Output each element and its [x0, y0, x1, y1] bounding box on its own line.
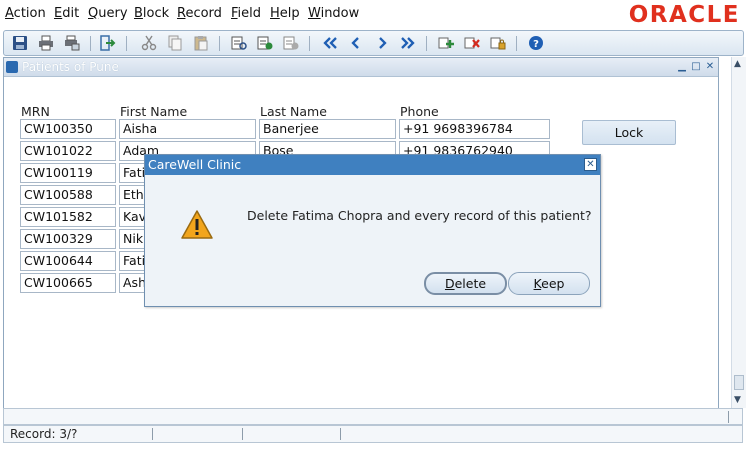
column-header-mrn: MRN: [21, 104, 50, 119]
copy-icon[interactable]: [167, 35, 183, 51]
confirm-dialog: CareWell Clinic ✕ Delete Fatima Chopra a…: [144, 154, 601, 307]
column-header-first-name: First Name: [120, 104, 188, 119]
toolbar-separator: [219, 36, 220, 51]
execute-query-icon[interactable]: [257, 35, 273, 51]
horizontal-scrollbar[interactable]: [3, 408, 743, 425]
scrollbar-divider: [728, 411, 729, 423]
print-icon[interactable]: [38, 35, 54, 51]
close-icon[interactable]: ✕: [704, 61, 716, 73]
mrn-field[interactable]: CW100644: [20, 251, 116, 271]
maximize-icon[interactable]: □: [690, 61, 702, 73]
previous-record-icon[interactable]: [348, 35, 364, 51]
mrn-field[interactable]: CW101022: [20, 141, 116, 161]
first-name-field[interactable]: Aisha: [119, 119, 256, 139]
vertical-scrollbar[interactable]: ▲ ▼: [731, 57, 746, 408]
toolbar-separator: [90, 36, 91, 51]
cut-icon[interactable]: [141, 35, 157, 51]
phone-field[interactable]: +91 9698396784: [399, 119, 550, 139]
dialog-title: CareWell Clinic: [148, 157, 242, 172]
mrn-field[interactable]: CW100588: [20, 185, 116, 205]
exit-icon[interactable]: [100, 35, 116, 51]
toolbar-separator: [426, 36, 427, 51]
column-header-last-name: Last Name: [260, 104, 327, 119]
dialog-titlebar: CareWell Clinic ✕: [145, 155, 600, 175]
last-name-field[interactable]: Banerjee: [259, 119, 396, 139]
record-status: Record: 3/?: [10, 427, 78, 441]
toolbar: ?: [3, 30, 744, 56]
scrollbar-thumb[interactable]: [734, 375, 744, 390]
next-record-icon[interactable]: [374, 35, 390, 51]
menu-help[interactable]: Help: [270, 6, 300, 21]
mrn-field[interactable]: CW100665: [20, 273, 116, 293]
oracle-logo: ORACLE: [628, 2, 740, 28]
warning-icon: [181, 210, 213, 239]
menu-bar: Action Edit Query Block Record Field Hel…: [0, 0, 746, 29]
column-header-phone: Phone: [400, 104, 439, 119]
lock-button[interactable]: Lock: [582, 120, 676, 145]
menu-field[interactable]: Field: [231, 6, 261, 21]
enter-query-icon[interactable]: [231, 35, 247, 51]
first-record-icon[interactable]: [322, 35, 338, 51]
menu-edit[interactable]: Edit: [54, 6, 79, 21]
status-bar: Record: 3/?: [3, 425, 743, 443]
toolbar-separator: [516, 36, 517, 51]
lock-record-icon[interactable]: [490, 35, 506, 51]
status-divider: [242, 428, 243, 440]
dialog-message: Delete Fatima Chopra and every record of…: [247, 208, 592, 223]
save-icon[interactable]: [12, 35, 28, 51]
form-title: Patients of Pune: [22, 60, 119, 74]
mrn-field[interactable]: CW101582: [20, 207, 116, 227]
insert-record-icon[interactable]: [438, 35, 454, 51]
form-titlebar: Patients of Pune ▁ □ ✕: [4, 58, 718, 77]
minimize-icon[interactable]: ▁: [676, 61, 688, 73]
delete-record-icon[interactable]: [464, 35, 480, 51]
paste-icon[interactable]: [193, 35, 209, 51]
menu-action[interactable]: Action: [5, 6, 46, 21]
menu-query[interactable]: Query: [88, 6, 128, 21]
scroll-down-icon[interactable]: ▼: [734, 395, 741, 405]
delete-button[interactable]: Delete: [424, 272, 507, 295]
status-divider: [340, 428, 341, 440]
status-divider: [152, 428, 153, 440]
keep-button[interactable]: Keep: [508, 272, 590, 295]
last-record-icon[interactable]: [400, 35, 416, 51]
mrn-field[interactable]: CW100119: [20, 163, 116, 183]
menu-record[interactable]: Record: [177, 6, 222, 21]
help-icon[interactable]: ?: [528, 35, 544, 51]
scroll-up-icon[interactable]: ▲: [734, 59, 741, 69]
svg-text:?: ?: [533, 39, 539, 50]
menu-block[interactable]: Block: [134, 6, 169, 21]
menu-window[interactable]: Window: [308, 6, 359, 21]
mrn-field[interactable]: CW100350: [20, 119, 116, 139]
toolbar-separator: [126, 36, 127, 51]
mrn-field[interactable]: CW100329: [20, 229, 116, 249]
close-icon[interactable]: ✕: [584, 158, 597, 171]
cancel-query-icon[interactable]: [283, 35, 299, 51]
form-window-icon: [6, 61, 18, 73]
print-setup-icon[interactable]: [64, 35, 80, 51]
toolbar-separator: [309, 36, 310, 51]
